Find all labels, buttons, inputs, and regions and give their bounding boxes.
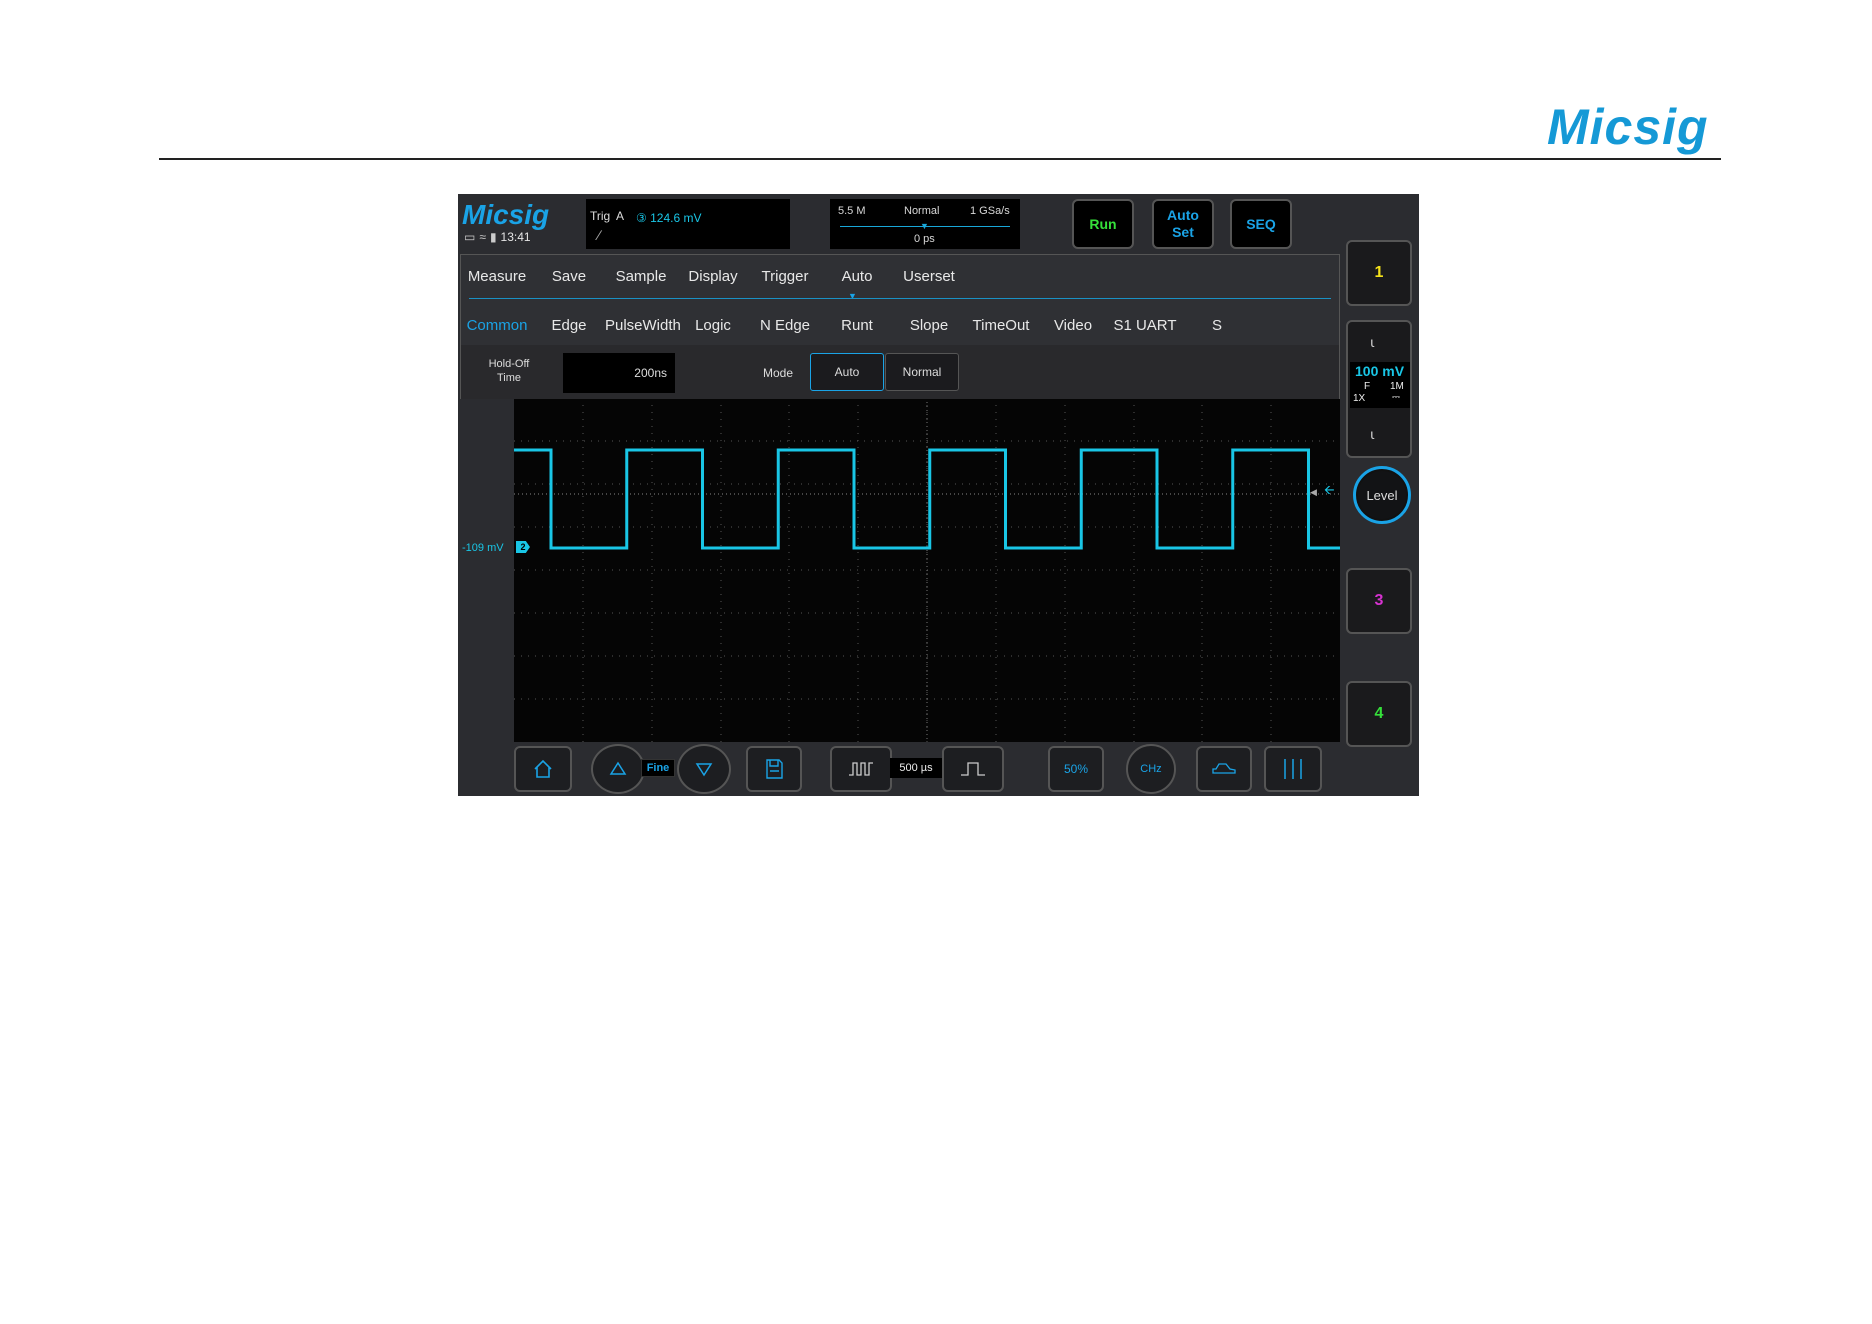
wifi-icon: ≈ — [479, 230, 486, 244]
main-menu-panel: Measure Save Sample Display Trigger Auto Users… — [460, 254, 1340, 399]
sample-rate: 1 GSa/s — [970, 205, 1010, 217]
active-tab-caret-icon: ▼ — [848, 291, 857, 301]
trigger-type-video[interactable]: Video — [1037, 317, 1109, 334]
car-icon — [1212, 763, 1236, 774]
mode-label: Mode — [763, 366, 794, 380]
menu-tab-userset[interactable]: Userset — [893, 268, 965, 285]
waveform-svg — [514, 398, 1340, 742]
channel-2-panel[interactable]: ⍳ 100 mV F 1M 1X ⎓ ⍳ — [1346, 320, 1412, 458]
seq-button[interactable]: SEQ — [1230, 199, 1292, 249]
down-arrow-icon — [695, 763, 713, 777]
rising-edge-icon: ∕ — [598, 227, 601, 243]
mode-normal-button[interactable]: Normal — [885, 353, 959, 391]
ch2-settings-readout[interactable]: 100 mV F 1M 1X ⎓ — [1350, 362, 1410, 408]
time-per-div-readout[interactable]: 500 µs — [890, 758, 942, 778]
trigger-position-marker-icon: ▼ — [920, 221, 929, 231]
scale-down-button[interactable] — [677, 744, 731, 794]
timebase-slower-button[interactable] — [942, 746, 1004, 792]
dc-coupling-icon: ⎓ — [1392, 392, 1400, 403]
trigger-type-common[interactable]: Common — [461, 317, 533, 334]
trigger-type-logic[interactable]: Logic — [677, 317, 749, 334]
trigger-type-s1-uart[interactable]: S1 UART — [1109, 317, 1181, 334]
percent-icon: 50% — [1063, 762, 1089, 776]
autoset-label-line2: Set — [1172, 224, 1194, 240]
memory-depth: 5.5 M — [838, 205, 866, 217]
home-icon — [534, 759, 552, 778]
ch2-bandwidth: F — [1364, 381, 1371, 392]
trigger-mode-status: Normal — [904, 205, 940, 217]
trigger-status-panel[interactable]: Trig A ③ 124.6 mV ∕ — [586, 199, 790, 249]
menu-tab-save[interactable]: Save — [533, 268, 605, 285]
menu-divider — [469, 298, 1331, 299]
percent-button[interactable]: 50% — [1048, 746, 1104, 792]
trigger-type-s[interactable]: S — [1181, 317, 1253, 334]
clock-time: 13:41 — [500, 230, 531, 244]
ch2-impedance: 1M — [1390, 381, 1404, 392]
channel-3-button[interactable]: 3 — [1346, 568, 1412, 634]
menu-tab-sample[interactable]: Sample — [605, 268, 677, 285]
hz-icon: CHz — [1140, 763, 1162, 775]
scope-logo: Micsig — [462, 199, 550, 230]
display-icon: ▭ — [464, 230, 476, 244]
menu-tab-display[interactable]: Display — [677, 268, 749, 285]
menu-tab-auto[interactable]: Auto — [821, 268, 893, 285]
save-button[interactable] — [746, 746, 802, 792]
scale-up-button[interactable] — [591, 744, 645, 794]
ch2-offset-label: -109 mV — [462, 542, 504, 554]
trigger-level-knob[interactable]: Level — [1353, 466, 1411, 524]
mode-auto-button[interactable]: Auto — [810, 353, 884, 391]
level-pointer-icon: ◀ — [1310, 487, 1317, 497]
trigger-level-value: ③ 124.6 mV — [636, 211, 702, 225]
pulse-up-icon[interactable]: ⍳ — [1370, 334, 1375, 351]
save-icon — [766, 759, 783, 779]
menu-tab-measure[interactable]: Measure — [461, 268, 533, 285]
run-button[interactable]: Run — [1072, 199, 1134, 249]
ch2-probe-ratio: 1X — [1353, 393, 1366, 404]
autoset-label-line1: Auto — [1167, 207, 1199, 223]
narrow-pulse-icon — [849, 762, 873, 776]
trigger-settings-row: Hold-Off Time 200ns Mode Auto Normal — [461, 345, 1339, 399]
pulse-down-icon[interactable]: ⍳ — [1370, 426, 1375, 443]
holdoff-label: Hold-Off Time — [488, 358, 530, 384]
cursor-lines-icon — [1284, 759, 1302, 779]
frequency-button[interactable]: CHz — [1126, 744, 1176, 794]
trigger-type-edge[interactable]: Edge — [533, 317, 605, 334]
menu-tab-trigger[interactable]: Trigger — [749, 268, 821, 285]
auto-measure-button[interactable] — [1196, 746, 1252, 792]
trigger-type-tabs: Common Edge PulseWidth Logic N Edge Runt Slope… — [461, 305, 1339, 345]
home-button[interactable] — [514, 746, 572, 792]
autoset-button[interactable]: Auto Set — [1152, 199, 1214, 249]
trigger-type-slope[interactable]: Slope — [893, 317, 965, 334]
trigger-type-pulsewidth[interactable]: PulseWidth — [605, 317, 681, 334]
trigger-type-runt[interactable]: Runt — [821, 317, 893, 334]
fine-adjust-toggle[interactable]: Fine — [641, 759, 675, 777]
trigger-label: Trig — [590, 209, 611, 223]
trigger-type-timeout[interactable]: TimeOut — [965, 317, 1037, 334]
battery-icon: ▮ — [489, 230, 497, 244]
trigger-level-arrow-icon[interactable]: 🡨 — [1324, 481, 1335, 503]
ch2-volts-per-div: 100 mV — [1355, 363, 1405, 379]
cursor-button[interactable] — [1264, 746, 1322, 792]
horizontal-position: 0 ps — [914, 233, 935, 245]
status-bar: ▭ ≈ ▮ 13:41 — [464, 230, 531, 244]
micsig-brand-logo: Micsig — [1547, 99, 1709, 155]
oscilloscope-screen: Micsig ▭ ≈ ▮ 13:41 Trig A ③ 124.6 mV ∕ 5… — [458, 194, 1419, 796]
header-divider — [159, 158, 1721, 160]
channel-1-button[interactable]: 1 — [1346, 240, 1412, 306]
menu-tabs: Measure Save Sample Display Trigger Auto Users… — [461, 255, 1339, 297]
timebase-panel[interactable]: 5.5 M Normal 1 GSa/s ▼ 0 ps — [830, 199, 1020, 249]
channel-4-button[interactable]: 4 — [1346, 681, 1412, 747]
timebase-faster-button[interactable] — [830, 746, 892, 792]
trigger-source: A — [616, 209, 625, 223]
up-arrow-icon — [609, 761, 627, 775]
wide-pulse-icon — [961, 762, 985, 776]
waveform-display[interactable] — [514, 398, 1340, 742]
holdoff-time-input[interactable]: 200ns — [563, 353, 675, 393]
trigger-type-n-edge[interactable]: N Edge — [749, 317, 821, 334]
